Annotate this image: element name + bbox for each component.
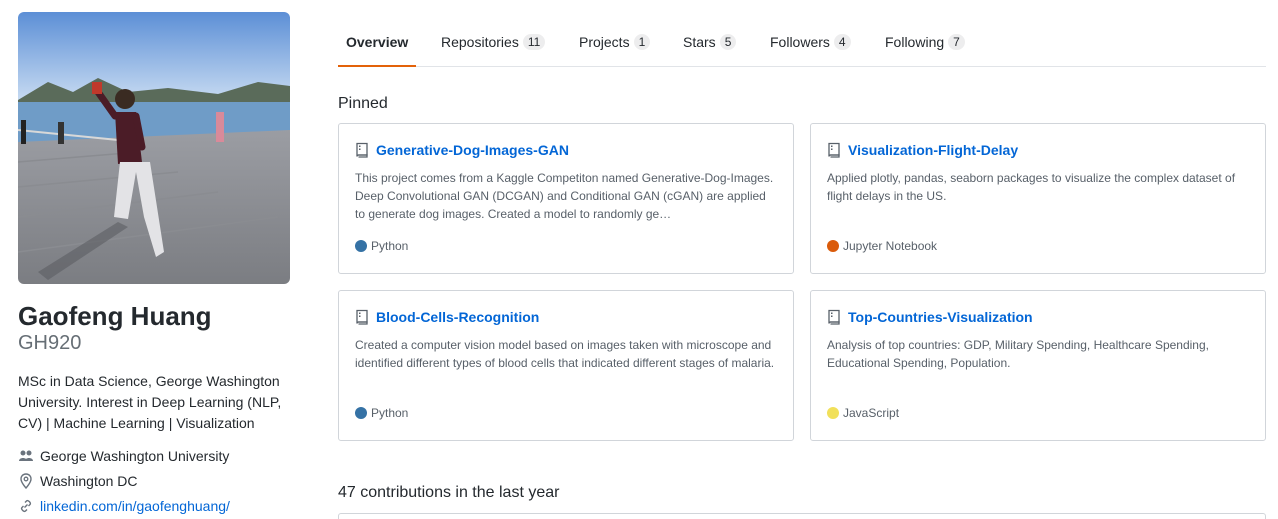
tab-label: Projects bbox=[579, 34, 630, 50]
repo-language: Python bbox=[355, 239, 408, 253]
profile-location: Washington DC bbox=[18, 471, 138, 491]
language-label: Python bbox=[371, 406, 409, 420]
repo-name-link[interactable]: Blood-Cells-Recognition bbox=[376, 309, 539, 325]
organization-text: George Washington University bbox=[40, 448, 230, 464]
profile-organization: George Washington University bbox=[18, 446, 229, 466]
repo-icon bbox=[827, 142, 841, 158]
repo-icon bbox=[355, 309, 369, 325]
website-link[interactable]: linkedin.com/in/gaofenghuang/ bbox=[40, 498, 230, 514]
repo-icon bbox=[355, 142, 369, 158]
avatar[interactable] bbox=[18, 12, 290, 284]
repo-name-link[interactable]: Top-Countries-Visualization bbox=[848, 309, 1033, 325]
language-label: Jupyter Notebook bbox=[843, 239, 938, 253]
tab-followers[interactable]: Followers 4 bbox=[762, 18, 859, 66]
repo-description: Analysis of top countries: GDP, Military… bbox=[827, 338, 1209, 370]
location-pin-icon bbox=[18, 473, 34, 489]
pinned-repo-card: Blood-Cells-Recognition Created a comput… bbox=[338, 290, 794, 441]
tab-stars[interactable]: Stars 5 bbox=[675, 18, 744, 66]
tab-counter: 11 bbox=[522, 34, 546, 50]
language-color-dot bbox=[355, 407, 367, 419]
tab-label: Followers bbox=[770, 34, 830, 50]
language-color-dot bbox=[827, 407, 839, 419]
repo-name-link[interactable]: Generative-Dog-Images-GAN bbox=[376, 142, 569, 158]
tab-label: Following bbox=[885, 34, 945, 50]
tab-label: Overview bbox=[346, 33, 409, 50]
repo-description: Created a computer vision model based on… bbox=[355, 338, 775, 370]
language-color-dot bbox=[827, 240, 839, 252]
profile-tabs: Overview Repositories 11 Projects 1 Star… bbox=[338, 18, 1266, 67]
tab-counter: 1 bbox=[633, 34, 651, 50]
repo-description: Applied plotly, pandas, seaborn packages… bbox=[827, 171, 1236, 203]
language-color-dot bbox=[355, 240, 367, 252]
location-text: Washington DC bbox=[40, 473, 138, 489]
pinned-repo-card: Visualization-Flight-Delay Applied plotl… bbox=[810, 123, 1266, 274]
tab-overview[interactable]: Overview bbox=[338, 18, 417, 67]
language-label: JavaScript bbox=[843, 406, 900, 420]
repo-language: Jupyter Notebook bbox=[827, 239, 937, 253]
pinned-heading: Pinned bbox=[338, 95, 388, 112]
people-icon bbox=[18, 448, 34, 464]
pinned-repo-card: Top-Countries-Visualization Analysis of … bbox=[810, 290, 1266, 441]
profile-website: linkedin.com/in/gaofenghuang/ bbox=[18, 496, 230, 516]
repo-name-link[interactable]: Visualization-Flight-Delay bbox=[848, 142, 1018, 158]
profile-username: GH920 bbox=[18, 332, 82, 354]
repo-icon bbox=[827, 309, 841, 325]
language-label: Python bbox=[371, 239, 409, 253]
profile-bio: MSc in Data Science, George Washington U… bbox=[18, 373, 282, 431]
tab-counter: 7 bbox=[948, 34, 965, 50]
tab-counter: 4 bbox=[833, 34, 851, 50]
repo-language: Python bbox=[355, 406, 408, 420]
tab-repositories[interactable]: Repositories 11 bbox=[433, 18, 553, 66]
repo-description: This project comes from a Kaggle Competi… bbox=[355, 171, 774, 221]
tab-label: Stars bbox=[683, 34, 716, 50]
profile-full-name: Gaofeng Huang bbox=[18, 301, 212, 331]
tab-counter: 5 bbox=[719, 34, 737, 50]
tab-projects[interactable]: Projects 1 bbox=[571, 18, 658, 66]
tab-following[interactable]: Following 7 bbox=[877, 18, 973, 66]
repo-language: JavaScript bbox=[827, 406, 899, 420]
pinned-repo-card: Generative-Dog-Images-GAN This project c… bbox=[338, 123, 794, 274]
link-icon bbox=[18, 498, 34, 514]
contributions-heading: 47 contributions in the last year bbox=[338, 484, 560, 501]
contributions-graph bbox=[338, 513, 1266, 519]
tab-label: Repositories bbox=[441, 34, 519, 50]
